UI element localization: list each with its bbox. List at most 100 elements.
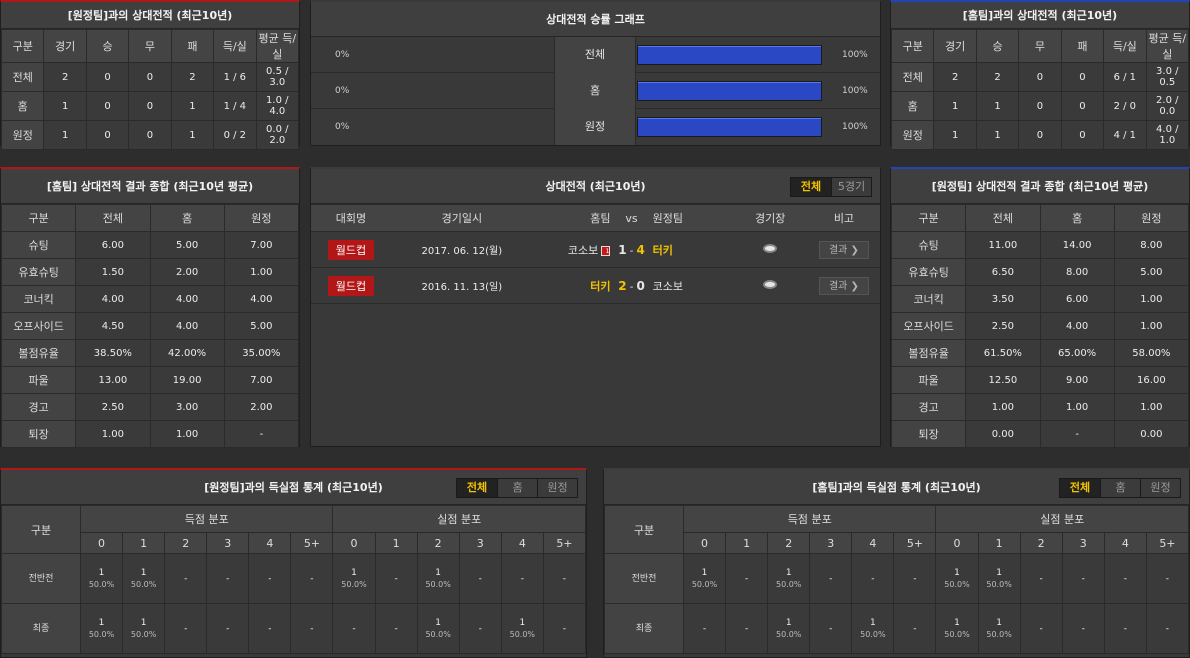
bucket-header: 0	[682, 532, 727, 554]
table-cell: -	[223, 420, 300, 448]
table-cell: 1	[170, 91, 215, 121]
match-date: 2017. 06. 12(월)	[390, 231, 533, 268]
table-cell: 0	[1018, 120, 1062, 150]
right-dist-title: [홈팀]과의 득실점 통계 (최근10년) 전체 홈 원정	[604, 470, 1189, 505]
row-label: 전체	[890, 62, 935, 92]
dist-percent: 50.0%	[425, 629, 451, 639]
row-label: 경고	[0, 393, 77, 421]
table-cell: 0.00	[965, 420, 1041, 448]
table-cell: 0	[128, 91, 172, 121]
bucket-header: 0	[79, 532, 124, 554]
right-dist-toggle-home[interactable]: 홈	[1100, 479, 1140, 497]
table-cell: 0	[1060, 62, 1105, 92]
dist-percent: 50.0%	[341, 579, 367, 589]
dist-count: -	[829, 623, 833, 634]
dist-cell: 1 50.0%	[500, 603, 544, 654]
table-cell: -	[1039, 420, 1115, 448]
column-header: 경기	[43, 29, 87, 63]
col-note: 비고	[807, 204, 880, 232]
header-row: 구분 경기 승 무 패 득/실 평균 득/실	[0, 29, 300, 63]
right-dist-toggle-all[interactable]: 전체	[1060, 479, 1100, 497]
matches-toggle-all[interactable]: 전체	[791, 178, 831, 196]
table-cell: 4 / 1	[1103, 120, 1147, 150]
right-dist-toggle: 전체 홈 원정	[1059, 478, 1181, 498]
table-row: 홈11002 / 0 2.0 / 0.0	[890, 91, 1190, 121]
dist-cell: -	[542, 553, 587, 604]
result-button[interactable]: 결과 ❯	[818, 276, 869, 295]
dist-cell: -	[374, 553, 418, 604]
dist-cell: 1 50.0%	[977, 553, 1021, 604]
table-cell: 0.00	[1113, 420, 1190, 448]
graph-row-label: 전체	[554, 36, 636, 73]
row-label: 파울	[0, 366, 77, 394]
dist-percent: 50.0%	[775, 629, 802, 639]
table-cell: 1.00	[149, 420, 225, 448]
dist-count: -	[829, 573, 833, 584]
row-label: 슈팅	[890, 231, 967, 259]
row-label: 유효슈팅	[890, 258, 967, 286]
row-label: 퇴장	[0, 420, 77, 448]
league-badge[interactable]: 월드컵	[327, 275, 375, 296]
dist-cell: -	[458, 603, 502, 654]
home-team[interactable]: 코소보	[568, 244, 598, 257]
right-dist-toggle-away[interactable]: 원정	[1140, 479, 1180, 497]
table-cell: 8.00	[1039, 258, 1115, 286]
dist-cell: 1 50.0%	[122, 603, 166, 654]
stadium-icon[interactable]	[763, 279, 778, 289]
table-row: 파울 12.50 9.00 16.00	[890, 366, 1190, 394]
league-badge[interactable]: 월드컵	[327, 239, 375, 260]
table-cell: 1	[933, 91, 977, 121]
away-team[interactable]: 터키	[653, 244, 673, 257]
dist-count: -	[1039, 623, 1043, 634]
table-row: 전체 2 2 0 0 6 / 1 3.0 / 0.5	[890, 62, 1190, 92]
table-cell: 4.00	[1039, 312, 1115, 340]
dist-cell: -	[682, 603, 727, 654]
dist-count: 1	[140, 617, 147, 628]
left-dist-table: 구분 득점 분포 실점 분포 0 1 2 3 4 5+ 0 1 2 3 4 5+ 전반전 1 50.0% 1 50.0…	[1, 505, 587, 654]
dist-count: 1	[869, 617, 876, 628]
graph-row-label: 원정	[554, 109, 636, 145]
matches-toggle: 전체 5경기	[790, 177, 872, 197]
dist-count: -	[1081, 573, 1085, 584]
dist-count: -	[394, 623, 398, 634]
table-row: 유효슈팅 6.50 8.00 5.00	[890, 258, 1190, 286]
away-team[interactable]: 코소보	[653, 280, 683, 293]
table-cell: 42.00%	[149, 339, 225, 367]
away-h2h-title: [원정팀]과의 상대전적 (최근10년)	[1, 2, 299, 29]
graph-row: 0% 전체 100%	[311, 36, 880, 73]
dist-percent: 50.0%	[775, 579, 802, 589]
left-dist-toggle-all[interactable]: 전체	[457, 479, 497, 497]
table-cell: 4.00	[223, 285, 300, 313]
column-header: 전체	[965, 204, 1041, 232]
dist-count: -	[352, 623, 356, 634]
table-cell: 2	[933, 62, 977, 92]
left-dist-toggle-home[interactable]: 홈	[497, 479, 537, 497]
dist-cell: -	[1061, 553, 1105, 604]
score-dash: -	[629, 245, 634, 257]
table-cell: 0	[1018, 62, 1062, 92]
table-cell: 38.50%	[75, 339, 151, 367]
dist-cell: -	[164, 603, 208, 654]
bucket-header: 5+	[1145, 532, 1190, 554]
table-cell: 6 / 1	[1103, 62, 1147, 92]
score-dash: -	[629, 281, 634, 293]
dist-count: -	[1123, 573, 1127, 584]
column-header: 홈	[1039, 204, 1115, 232]
table-cell: 5.00	[1113, 258, 1190, 286]
bucket-header: 2	[164, 532, 208, 554]
bucket-header: 1	[725, 532, 769, 554]
home-team[interactable]: 터키	[590, 280, 610, 293]
matches-toggle-5[interactable]: 5경기	[831, 178, 871, 196]
graph-right-pct: 100%	[842, 122, 868, 132]
header-row: 구분 득점 분포 실점 분포	[604, 505, 1189, 554]
table-cell: 1	[975, 91, 1020, 121]
dist-cell: -	[206, 603, 250, 654]
left-dist-toggle-away[interactable]: 원정	[537, 479, 577, 497]
table-cell: 0	[85, 91, 130, 121]
stadium-icon[interactable]	[763, 243, 778, 253]
winrate-graph-rows: 0% 전체 100% 0% 홈 100% 0% 원정 100%	[311, 36, 880, 145]
away-summary-panel: [원정팀] 상대전적 결과 종합 (최근10년 평균) 구분 전체 홈 원정 슈팅 11.…	[890, 167, 1190, 448]
graph-right-pct: 100%	[842, 49, 868, 60]
result-button[interactable]: 결과 ❯	[818, 240, 869, 259]
away-summary-title: [원정팀] 상대전적 결과 종합 (최근10년 평균)	[891, 169, 1189, 204]
